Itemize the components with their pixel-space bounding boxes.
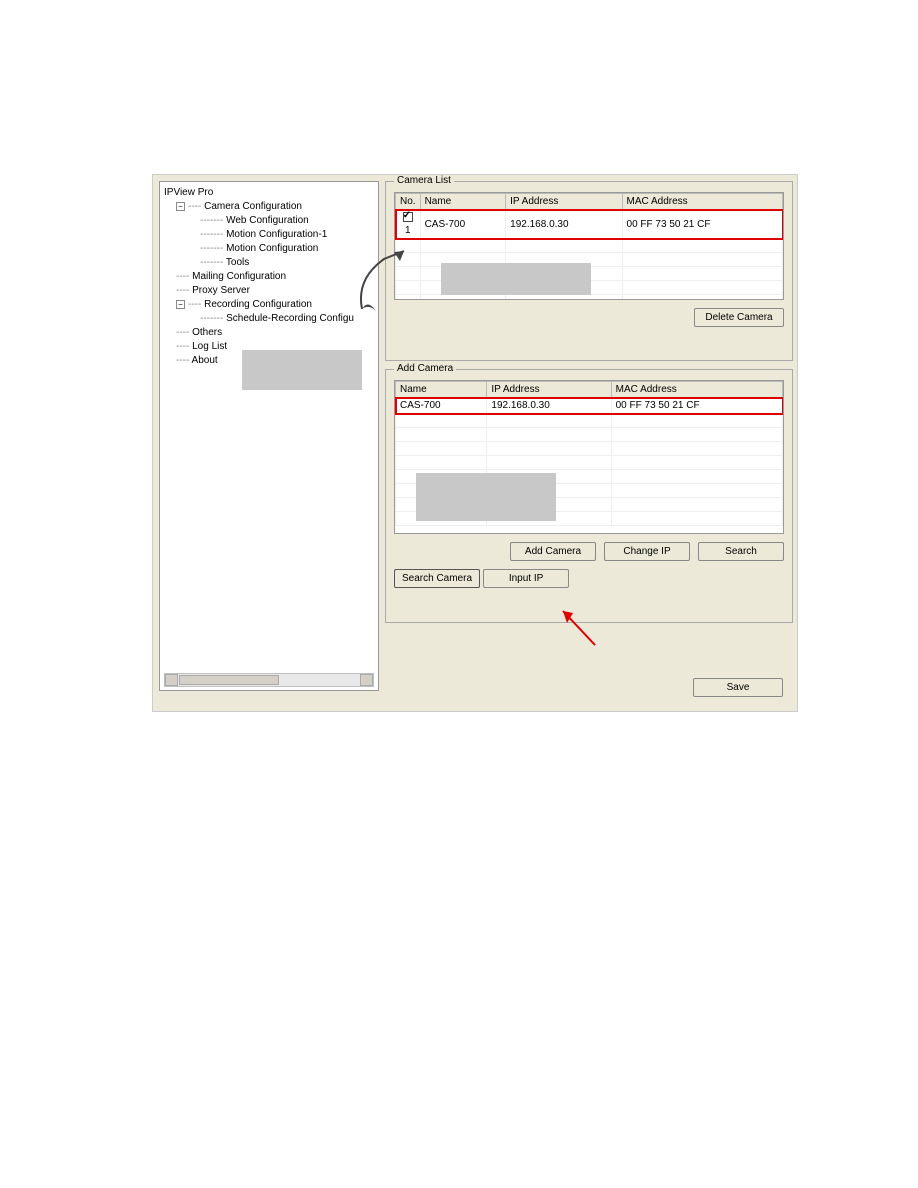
table-header-row: No. Name IP Address MAC Address [396, 194, 783, 210]
tree-web-config[interactable]: ------- Web Configuration [200, 214, 374, 228]
save-button[interactable]: Save [693, 678, 783, 697]
tree-label: Mailing Configuration [192, 271, 286, 282]
change-ip-button[interactable]: Change IP [604, 542, 690, 561]
table-row [396, 442, 783, 456]
collapse-icon[interactable]: − [176, 202, 185, 211]
tree-proxy[interactable]: ---- Proxy Server [176, 284, 374, 298]
table-row [396, 456, 783, 470]
col-name[interactable]: Name [420, 194, 506, 210]
add-camera-button[interactable]: Add Camera [510, 542, 596, 561]
table-row [396, 295, 783, 301]
camera-list-row[interactable]: 1 CAS-700 192.168.0.30 00 FF 73 50 21 CF [396, 210, 783, 239]
tree-motion-config-1[interactable]: ------- Motion Configuration-1 [200, 228, 374, 242]
scroll-left-icon[interactable] [165, 674, 178, 686]
tree-label: Camera Configuration [204, 201, 302, 212]
table-row [396, 239, 783, 253]
tree-label: Log List [192, 341, 227, 352]
tree-mailing[interactable]: ---- Mailing Configuration [176, 270, 374, 284]
redacted-block [416, 473, 556, 521]
tab-input-ip[interactable]: Input IP [483, 569, 569, 588]
add-camera-row[interactable]: CAS-700 192.168.0.30 00 FF 73 50 21 CF [396, 398, 783, 414]
delete-camera-button[interactable]: Delete Camera [694, 308, 784, 327]
tree-label: Motion Configuration-1 [226, 229, 327, 240]
tree-panel: IPView Pro −---- Camera Configuration --… [159, 181, 379, 691]
row-ip: 192.168.0.30 [506, 210, 622, 239]
add-camera-tabs: Search Camera Input IP [394, 569, 784, 588]
checkbox-icon[interactable] [403, 212, 413, 222]
tree-label: Others [192, 327, 222, 338]
col-name[interactable]: Name [396, 382, 487, 398]
col-ip[interactable]: IP Address [506, 194, 622, 210]
tree-label: Recording Configuration [204, 299, 312, 310]
tree-others[interactable]: ---- Others [176, 326, 374, 340]
tree-motion-config[interactable]: ------- Motion Configuration [200, 242, 374, 256]
row-checkbox-cell[interactable]: 1 [396, 210, 421, 239]
tree-label: Web Configuration [226, 215, 309, 226]
tree-label: Motion Configuration [226, 243, 318, 254]
camera-list-legend: Camera List [394, 175, 454, 186]
tree-camera-config[interactable]: −---- Camera Configuration [176, 200, 374, 214]
search-button[interactable]: Search [698, 542, 784, 561]
tree-view[interactable]: IPView Pro −---- Camera Configuration --… [160, 182, 378, 372]
table-header-row: Name IP Address MAC Address [396, 382, 783, 398]
table-row [396, 414, 783, 428]
tree-root[interactable]: IPView Pro [164, 186, 374, 200]
col-ip[interactable]: IP Address [487, 382, 611, 398]
row-mac: 00 FF 73 50 21 CF [611, 398, 782, 414]
scrollbar-thumb[interactable] [179, 675, 279, 685]
table-row [396, 428, 783, 442]
tree-label: About [192, 355, 218, 366]
scroll-right-icon[interactable] [360, 674, 373, 686]
tree-label: Proxy Server [192, 285, 250, 296]
row-name: CAS-700 [396, 398, 487, 414]
redacted-block [242, 350, 362, 390]
tree-label: Schedule-Recording Configu [226, 313, 354, 324]
row-name: CAS-700 [420, 210, 506, 239]
col-no[interactable]: No. [396, 194, 421, 210]
tree-tools[interactable]: ------- Tools [200, 256, 374, 270]
row-mac: 00 FF 73 50 21 CF [622, 210, 782, 239]
tree-recording[interactable]: −---- Recording Configuration [176, 298, 374, 312]
tree-schedule-rec[interactable]: ------- Schedule-Recording Configu [200, 312, 374, 326]
col-mac[interactable]: MAC Address [611, 382, 782, 398]
row-no: 1 [405, 225, 411, 236]
add-camera-legend: Add Camera [394, 363, 456, 374]
redacted-block [441, 263, 591, 295]
tab-search-camera[interactable]: Search Camera [394, 569, 480, 588]
collapse-icon[interactable]: − [176, 300, 185, 309]
app-window: IPView Pro −---- Camera Configuration --… [152, 174, 798, 712]
horizontal-scrollbar[interactable] [164, 673, 374, 687]
col-mac[interactable]: MAC Address [622, 194, 782, 210]
row-ip: 192.168.0.30 [487, 398, 611, 414]
tree-label: Tools [226, 257, 249, 268]
right-panel: Camera List No. Name IP Address MAC Addr… [385, 181, 793, 631]
add-camera-actions: Add Camera Change IP Search [394, 542, 784, 561]
